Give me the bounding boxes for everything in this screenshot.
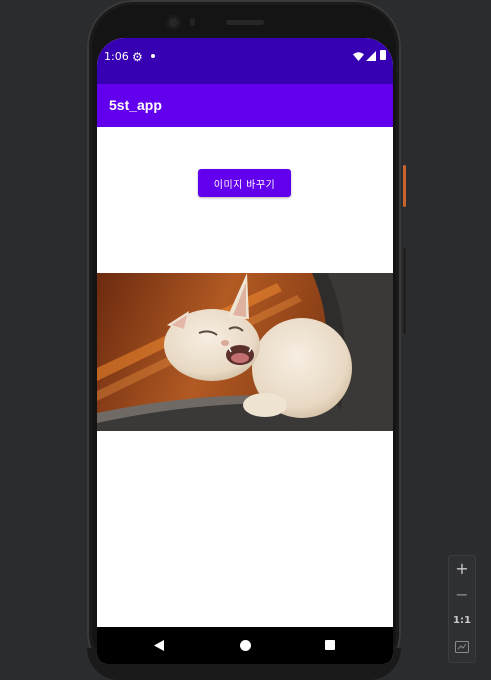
cat-photo — [97, 273, 393, 431]
device-screen: 1:06 ⚙ 5st_app 이미지 바꾸기 — [97, 38, 393, 664]
emulator-zoom-controls: + − 1:1 — [448, 555, 476, 663]
navigation-bar — [97, 627, 393, 664]
earpiece-speaker — [226, 20, 264, 25]
cat-image — [97, 273, 393, 431]
actual-size-button[interactable]: 1:1 — [449, 615, 475, 626]
back-icon[interactable] — [154, 640, 164, 651]
zoom-in-button[interactable]: + — [449, 559, 475, 578]
proximity-sensor — [190, 18, 195, 26]
app-title: 5st_app — [109, 97, 162, 113]
recents-icon[interactable] — [325, 640, 335, 650]
notification-dot-icon — [151, 54, 155, 58]
battery-icon — [380, 50, 386, 60]
fit-screen-icon[interactable] — [455, 641, 469, 653]
status-time: 1:06 — [104, 50, 129, 63]
signal-icon — [366, 51, 376, 61]
home-icon[interactable] — [240, 640, 251, 651]
app-bar: 5st_app — [97, 84, 393, 127]
volume-button[interactable] — [403, 248, 406, 334]
gear-icon: ⚙ — [132, 50, 143, 64]
power-button[interactable] — [403, 165, 406, 207]
zoom-out-button[interactable]: − — [449, 585, 475, 604]
change-image-button[interactable]: 이미지 바꾸기 — [198, 169, 291, 197]
wifi-icon — [353, 52, 364, 61]
status-bar: 1:06 ⚙ — [97, 38, 393, 84]
front-camera — [166, 15, 181, 30]
